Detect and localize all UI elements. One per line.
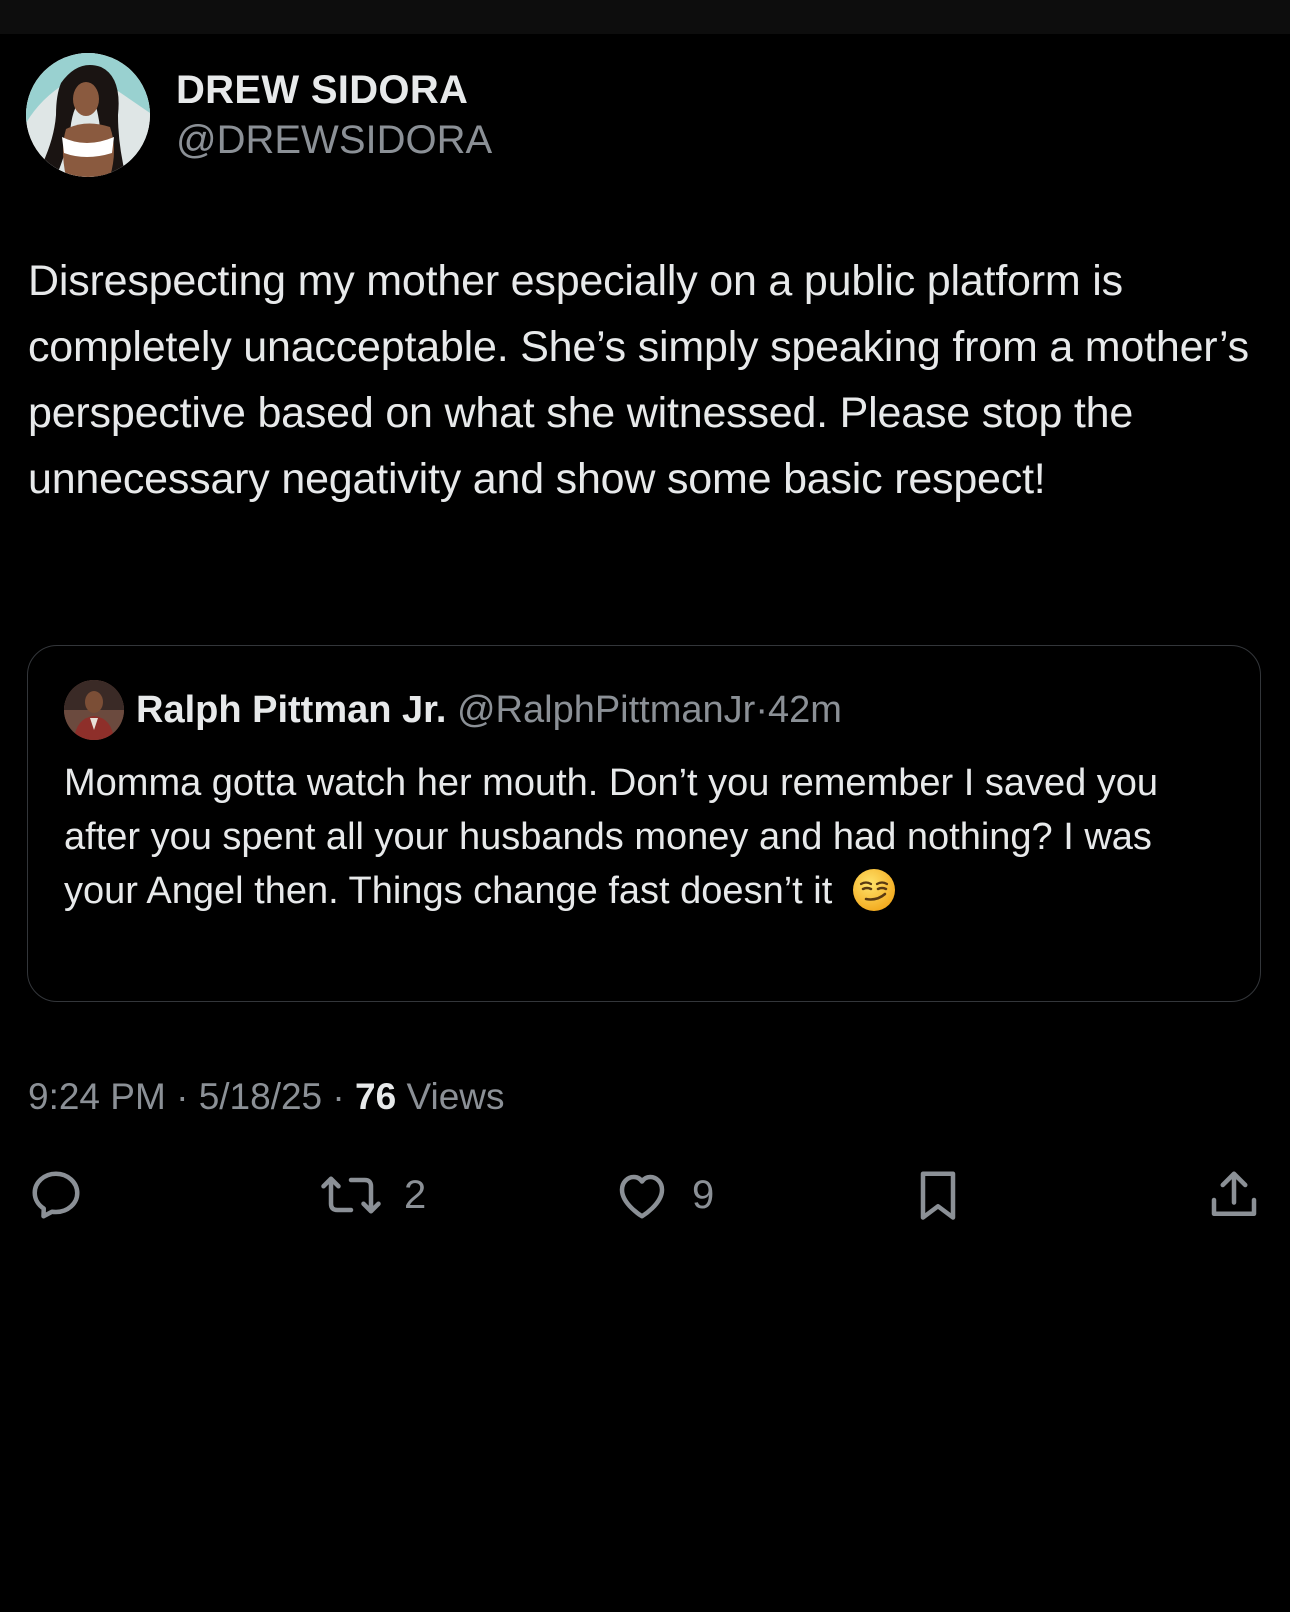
quoted-header: Ralph Pittman Jr. @RalphPittmanJr·42m (136, 686, 842, 734)
quoted-display-name[interactable]: Ralph Pittman Jr. (136, 689, 446, 731)
like-button[interactable]: 9 (612, 1160, 714, 1230)
share-icon (1211, 1171, 1257, 1216)
quoted-timestamp[interactable]: 42m (768, 689, 842, 731)
views-label: Views (406, 1076, 505, 1117)
smirking-face-emoji-icon (852, 869, 895, 911)
author-handle[interactable]: @DREWSIDORA (176, 118, 492, 163)
author-avatar[interactable] (26, 53, 150, 177)
retweet-count: 2 (404, 1172, 427, 1217)
reply-button[interactable] (26, 1160, 86, 1230)
quoted-author-avatar[interactable] (64, 680, 124, 740)
views-count[interactable]: 76 (355, 1076, 396, 1117)
quoted-separator: · (755, 689, 768, 731)
share-button[interactable] (1204, 1160, 1264, 1230)
like-count: 9 (692, 1172, 715, 1217)
bookmark-icon (920, 1171, 956, 1220)
retweet-icon (321, 1176, 381, 1214)
quoted-handle[interactable]: @RalphPittmanJr (457, 689, 755, 731)
quoted-body-text: Momma gotta watch her mouth. Don’t you r… (64, 762, 1159, 912)
tweet-time[interactable]: 9:24 PM (28, 1076, 166, 1117)
author-avatar-image (26, 53, 150, 177)
tweet-date[interactable]: 5/18/25 (199, 1076, 322, 1117)
retweet-button[interactable]: 2 (318, 1160, 426, 1230)
reply-icon (32, 1171, 80, 1219)
quoted-body: Momma gotta watch her mouth. Don’t you r… (64, 756, 1234, 918)
quoted-tweet-card[interactable]: Ralph Pittman Jr. @RalphPittmanJr·42m Mo… (27, 645, 1261, 1002)
meta-separator: · (332, 1076, 345, 1117)
top-status-strip (0, 0, 1290, 34)
tweet-body-text: Disrespecting my mother especially on a … (28, 257, 1249, 503)
quoted-author-avatar-image (64, 680, 124, 740)
tweet-action-bar: 2 9 (0, 1160, 1290, 1230)
tweet-metadata: 9:24 PM · 5/18/25 · 76 Views (28, 1076, 505, 1118)
bookmark-button[interactable] (908, 1160, 968, 1230)
meta-separator: · (176, 1076, 189, 1117)
heart-icon (619, 1174, 665, 1219)
author-display-name[interactable]: DREW SIDORA (176, 68, 468, 113)
